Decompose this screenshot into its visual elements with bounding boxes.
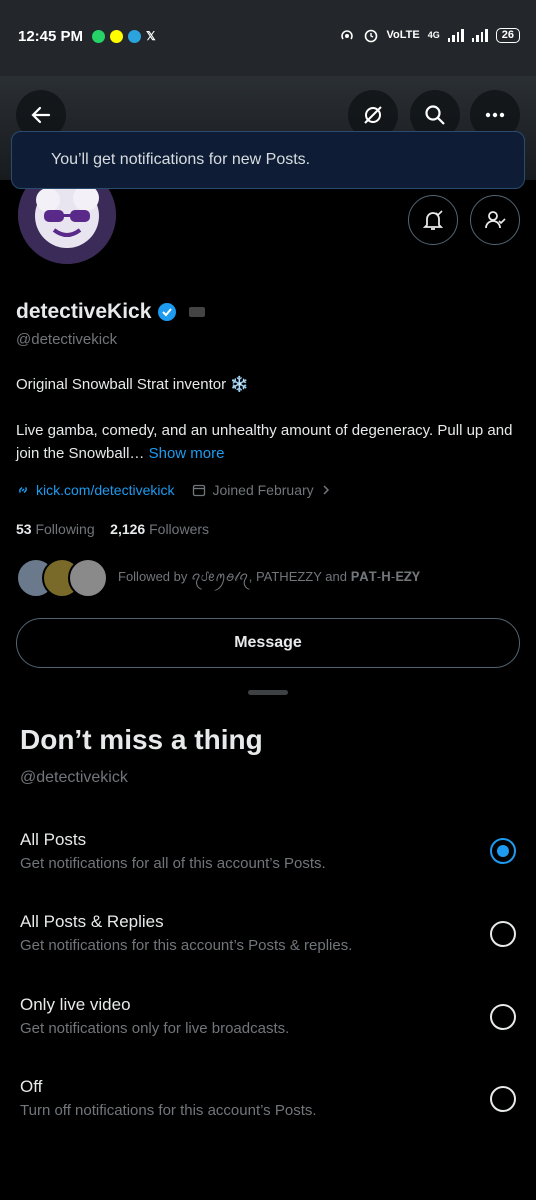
whatsapp-icon [92, 29, 105, 43]
following-button[interactable] [470, 195, 520, 245]
bio-text: Live gamba, comedy, and an unhealthy amo… [16, 422, 513, 462]
status-app-icons: 𝕏 [92, 29, 156, 43]
follower-avatar [68, 558, 108, 598]
followed-by-text: Followed by ꪖᦔꫀꪑꪮ𝓁ꪖ, PATHEZZY and 𝐏𝐀𝐓-𝐇-… [118, 568, 421, 584]
option-all-posts-replies[interactable]: All Posts & Replies Get notifications fo… [0, 912, 536, 976]
verified-badge-icon[interactable] [157, 302, 177, 322]
search-icon [425, 105, 445, 125]
follow-counts: 53 Following 2,126 Followers [16, 521, 209, 537]
network-label: VoLTE [386, 29, 420, 41]
status-bar: 12:45 PM 𝕏 VoLTE 4G 26 [0, 0, 536, 76]
bio-line-2: Live gamba, comedy, and an unhealthy amo… [16, 419, 516, 465]
sheet-title: Don’t miss a thing [20, 724, 263, 755]
option-all-posts[interactable]: All Posts Get notifications for all of t… [0, 830, 536, 894]
option-subtitle: Get notifications for this account’s Pos… [20, 937, 353, 954]
option-only-live-video[interactable]: Only live video Get notifications only f… [0, 995, 536, 1059]
back-arrow-icon [31, 106, 51, 124]
notifications-button[interactable] [408, 195, 458, 245]
show-more-link[interactable]: Show more [149, 445, 225, 462]
grok-icon [364, 106, 382, 124]
sheet-grabber[interactable] [248, 690, 288, 695]
status-indicators: VoLTE 4G 26 [339, 27, 520, 43]
notification-toast: You’ll get notifications for new Posts. [11, 131, 525, 189]
profile-handle: @detectivekick [16, 331, 118, 348]
profile-meta: kick.com/detectivekick Joined February [16, 482, 332, 498]
joined-date[interactable]: Joined February [212, 482, 313, 498]
radio-only-live-video[interactable] [490, 1004, 516, 1030]
signal-icon [447, 28, 464, 42]
user-check-icon [485, 211, 506, 229]
status-time: 12:45 PM [18, 28, 84, 45]
radio-all-posts-replies[interactable] [490, 921, 516, 947]
followers-count: 2,126 [110, 521, 146, 537]
more-dots-icon [485, 112, 505, 118]
toast-text: You’ll get notifications for new Posts. [51, 151, 311, 168]
bio-line-1: Original Snowball Strat inventor ❄️ [16, 376, 249, 393]
option-title: Only live video [20, 995, 131, 1014]
following-count: 53 [16, 521, 32, 537]
profile-name: detectiveKick [16, 300, 152, 323]
radio-off[interactable] [490, 1086, 516, 1112]
calendar-icon [193, 484, 206, 497]
option-title: All Posts & Replies [20, 912, 164, 931]
battery-indicator: 26 [495, 27, 520, 43]
snapchat-icon [110, 29, 123, 43]
message-button[interactable]: Message [16, 618, 520, 668]
x-icon: 𝕏 [146, 29, 156, 43]
notification-settings-sheet: Don’t miss a thing @detectivekick All Po… [0, 680, 536, 1200]
following-label: Following [35, 521, 95, 537]
option-subtitle: Turn off notifications for this account’… [20, 1102, 317, 1119]
telegram-icon [128, 29, 141, 43]
profile-link[interactable]: kick.com/detectivekick [36, 482, 174, 498]
option-title: Off [20, 1077, 43, 1096]
following-link[interactable]: 53 Following [16, 521, 95, 537]
signal-icon [471, 28, 488, 42]
affiliate-badge-icon[interactable] [189, 307, 206, 317]
option-off[interactable]: Off Turn off notifications for this acco… [0, 1077, 536, 1141]
followers-label: Followers [149, 521, 210, 537]
option-title: All Posts [20, 830, 87, 849]
option-subtitle: Get notifications for all of this accoun… [20, 855, 326, 872]
profile-name-row: detectiveKick [16, 300, 206, 324]
radio-all-posts[interactable] [490, 838, 516, 864]
sheet-handle: @detectivekick [20, 769, 128, 786]
link-icon [19, 486, 27, 494]
hotspot-icon [340, 30, 353, 40]
network-gen: 4G [427, 30, 440, 40]
option-subtitle: Get notifications only for live broadcas… [20, 1020, 290, 1037]
chevron-right-icon [323, 485, 329, 495]
alarm-icon [364, 29, 377, 43]
bell-check-icon [422, 210, 444, 230]
followers-link[interactable]: 2,126 Followers [110, 521, 209, 537]
followed-by-row[interactable]: Followed by ꪖᦔꫀꪑꪮ𝓁ꪖ, PATHEZZY and 𝐏𝐀𝐓-𝐇-… [16, 558, 420, 598]
